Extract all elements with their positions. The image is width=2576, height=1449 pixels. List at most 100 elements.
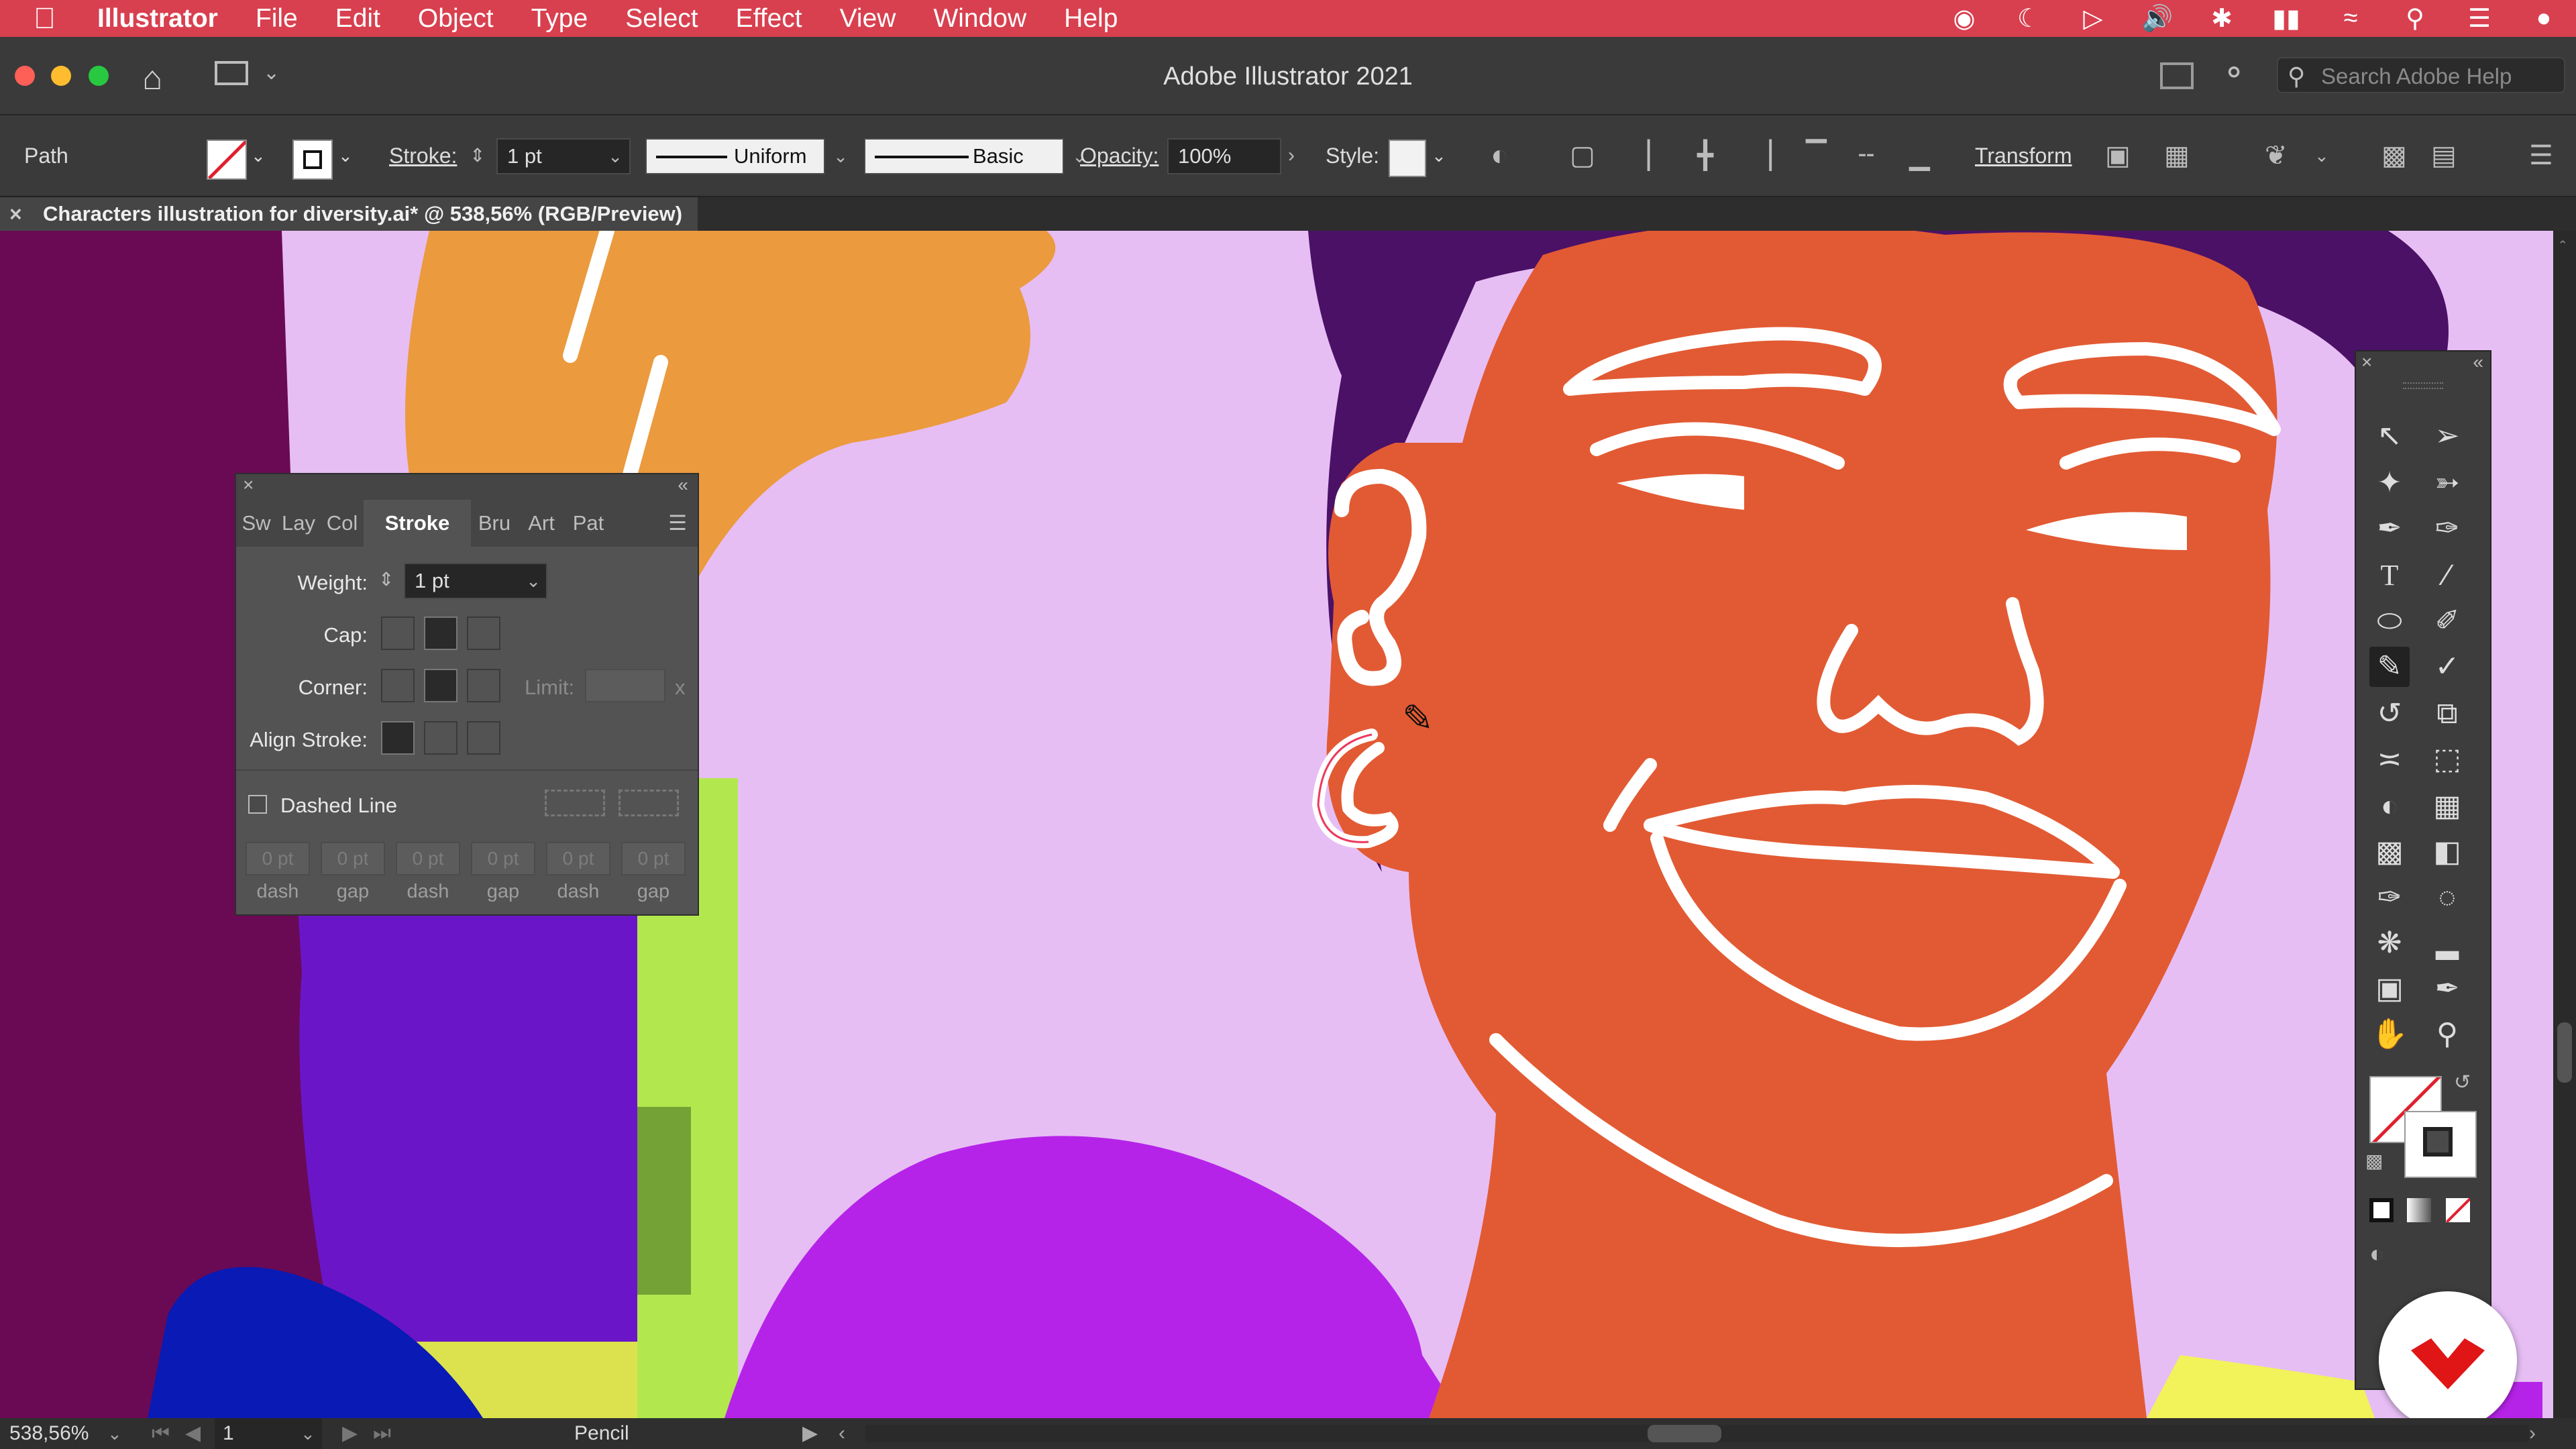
graphic-style-swatch[interactable] bbox=[1389, 140, 1426, 177]
control-center-icon[interactable]: ☰ bbox=[2447, 3, 2512, 34]
siri-icon[interactable]: ● bbox=[2512, 4, 2576, 33]
tab-brushes[interactable]: Bru bbox=[471, 500, 518, 547]
chevron-down-icon[interactable]: ⌄ bbox=[301, 1418, 315, 1449]
collapse-panel-icon[interactable]: « bbox=[2473, 352, 2483, 373]
lasso-tool-icon[interactable]: ➳ bbox=[2427, 463, 2467, 503]
search-help-input[interactable]: ⚲ Search Adobe Help bbox=[2277, 57, 2565, 93]
align-top-icon[interactable]: ▔ bbox=[1806, 115, 1827, 196]
dash-field-3[interactable]: 0 pt bbox=[546, 842, 610, 875]
play-icon[interactable]: ▷ bbox=[2061, 3, 2125, 34]
menu-window[interactable]: Window bbox=[914, 4, 1045, 34]
scroll-left-icon[interactable]: ‹ bbox=[839, 1418, 845, 1449]
slice-tool-icon[interactable]: ✒ bbox=[2427, 969, 2467, 1009]
draw-mode-icon[interactable]: ◐ bbox=[2369, 1240, 2384, 1268]
bluetooth-icon[interactable]: ✱ bbox=[2190, 3, 2254, 34]
round-join-button[interactable] bbox=[424, 669, 458, 702]
transform-link[interactable]: Transform bbox=[1975, 115, 2072, 196]
ellipse-tool-icon[interactable]: ⬭ bbox=[2369, 601, 2410, 641]
stroke-swatch[interactable] bbox=[292, 140, 333, 180]
mesh-tool-icon[interactable]: ▩ bbox=[2369, 832, 2410, 872]
dash-field-1[interactable]: 0 pt bbox=[246, 842, 310, 875]
align-middle-icon[interactable]: ╌ bbox=[1858, 115, 1874, 196]
default-colors-icon[interactable]: ▩ bbox=[2365, 1150, 2383, 1172]
brand-logo-button[interactable] bbox=[2379, 1291, 2517, 1430]
dashed-line-checkbox[interactable] bbox=[248, 795, 267, 814]
menu-view[interactable]: View bbox=[821, 4, 915, 34]
gap-field-1[interactable]: 0 pt bbox=[321, 842, 385, 875]
perspective-grid-tool-icon[interactable]: ▦ bbox=[2427, 786, 2467, 826]
projecting-cap-button[interactable] bbox=[467, 616, 500, 650]
shape-builder-tool-icon[interactable]: ◐ bbox=[2369, 786, 2410, 826]
lightbulb-icon[interactable]: ⚬ bbox=[2220, 54, 2247, 92]
battery-icon[interactable]: ▮▮ bbox=[2254, 3, 2318, 34]
menu-select[interactable]: Select bbox=[606, 4, 716, 34]
weight-stepper-icon[interactable]: ⇕ bbox=[378, 568, 394, 590]
menu-file[interactable]: File bbox=[237, 4, 317, 34]
moon-icon[interactable]: ☾ bbox=[1996, 3, 2061, 34]
shaper-tool-icon[interactable]: ✓ bbox=[2427, 647, 2467, 687]
type-tool-icon[interactable]: T bbox=[2369, 555, 2410, 596]
preserve-dash-button[interactable] bbox=[545, 790, 605, 816]
horizontal-scroll-thumb[interactable] bbox=[1648, 1425, 1721, 1442]
document-tab[interactable]: × Characters illustration for diversity.… bbox=[0, 197, 698, 231]
curvature-tool-icon[interactable]: ✑ bbox=[2427, 508, 2467, 549]
scale-tool-icon[interactable]: ⧉ bbox=[2427, 694, 2467, 734]
app-menu[interactable]: Illustrator bbox=[78, 4, 237, 34]
line-segment-tool-icon[interactable]: ∕ bbox=[2427, 555, 2467, 596]
status-menu-icon[interactable]: ▶ bbox=[802, 1418, 818, 1449]
chevron-right-icon[interactable]: › bbox=[1288, 115, 1295, 196]
menu-effect[interactable]: Effect bbox=[717, 4, 821, 34]
spotlight-icon[interactable]: ⚲ bbox=[2383, 3, 2447, 34]
menu-type[interactable]: Type bbox=[513, 4, 607, 34]
panel-layout-icon[interactable] bbox=[2160, 62, 2194, 89]
previous-artboard-icon[interactable]: ◀ bbox=[185, 1418, 201, 1449]
close-tab-icon[interactable]: × bbox=[9, 197, 22, 231]
distribute-icon[interactable]: ▩ bbox=[2381, 115, 2407, 196]
panel-grip[interactable] bbox=[2403, 382, 2443, 389]
vertical-scroll-thumb[interactable] bbox=[2557, 1022, 2572, 1083]
chevron-down-icon[interactable]: ⌄ bbox=[2314, 115, 2329, 196]
round-cap-button[interactable] bbox=[424, 616, 458, 650]
stroke-color-swatch[interactable] bbox=[2404, 1111, 2477, 1178]
color-mode-button[interactable] bbox=[2369, 1198, 2394, 1222]
next-artboard-icon[interactable]: ▶ bbox=[342, 1418, 358, 1449]
chevron-down-icon[interactable]: ⌄ bbox=[338, 115, 353, 196]
stroke-label[interactable]: Stroke: bbox=[389, 115, 457, 196]
menu-help[interactable]: Help bbox=[1045, 4, 1136, 34]
symbol-sprayer-tool-icon[interactable]: ❋ bbox=[2369, 923, 2410, 963]
vertical-scrollbar[interactable]: ˆ bbox=[2553, 231, 2576, 1418]
zoom-level[interactable]: 538,56% bbox=[9, 1418, 89, 1449]
column-graph-tool-icon[interactable]: ▂ bbox=[2427, 923, 2467, 963]
tab-layers[interactable]: Lay bbox=[276, 500, 321, 547]
stroke-weight-field[interactable]: 1 pt ⌄ bbox=[496, 138, 631, 174]
brush-definition-dropdown[interactable]: Basic ⌄ bbox=[864, 138, 1087, 174]
artboard-tool-icon[interactable]: ▣ bbox=[2369, 969, 2410, 1009]
apple-menu-icon[interactable]:  bbox=[0, 2, 78, 36]
chevron-up-icon[interactable]: ˆ bbox=[2560, 237, 2566, 258]
tab-stroke[interactable]: Stroke bbox=[364, 500, 471, 547]
align-right-icon[interactable]: ▕ bbox=[1751, 115, 1772, 196]
swap-fill-stroke-icon[interactable]: ↺ bbox=[2454, 1071, 2471, 1094]
none-mode-button[interactable] bbox=[2446, 1198, 2470, 1222]
opacity-field[interactable]: 100% bbox=[1167, 138, 1281, 174]
gap-field-2[interactable]: 0 pt bbox=[471, 842, 535, 875]
direct-selection-tool-icon[interactable]: ➢ bbox=[2427, 416, 2467, 456]
volume-icon[interactable]: 🔊 bbox=[2125, 4, 2190, 34]
recolor-artwork-icon[interactable]: ◐ bbox=[1491, 115, 1509, 196]
tab-pathfinder[interactable]: Pat bbox=[565, 500, 612, 547]
stroke-stepper-icon[interactable]: ⇕ bbox=[470, 115, 485, 196]
zoom-tool-icon[interactable]: ⚲ bbox=[2427, 1014, 2467, 1055]
creative-cloud-icon[interactable]: ◉ bbox=[1932, 3, 1996, 34]
panel-header[interactable]: × « bbox=[236, 474, 698, 500]
menu-edit[interactable]: Edit bbox=[317, 4, 399, 34]
panel-menu-icon[interactable]: ☰ bbox=[612, 500, 698, 547]
chevron-down-icon[interactable]: ⌄ bbox=[251, 115, 266, 196]
align-center-icon[interactable]: ╋ bbox=[1697, 115, 1713, 196]
arrange-icon[interactable]: ▤ bbox=[2431, 115, 2457, 196]
pen-tool-icon[interactable]: ✒ bbox=[2369, 508, 2410, 549]
miter-join-button[interactable] bbox=[381, 669, 415, 702]
close-panel-icon[interactable]: × bbox=[2361, 352, 2372, 373]
align-inside-stroke-button[interactable] bbox=[424, 721, 458, 755]
last-artboard-icon[interactable]: ⏭ bbox=[373, 1418, 391, 1449]
opacity-label[interactable]: Opacity: bbox=[1080, 115, 1159, 196]
